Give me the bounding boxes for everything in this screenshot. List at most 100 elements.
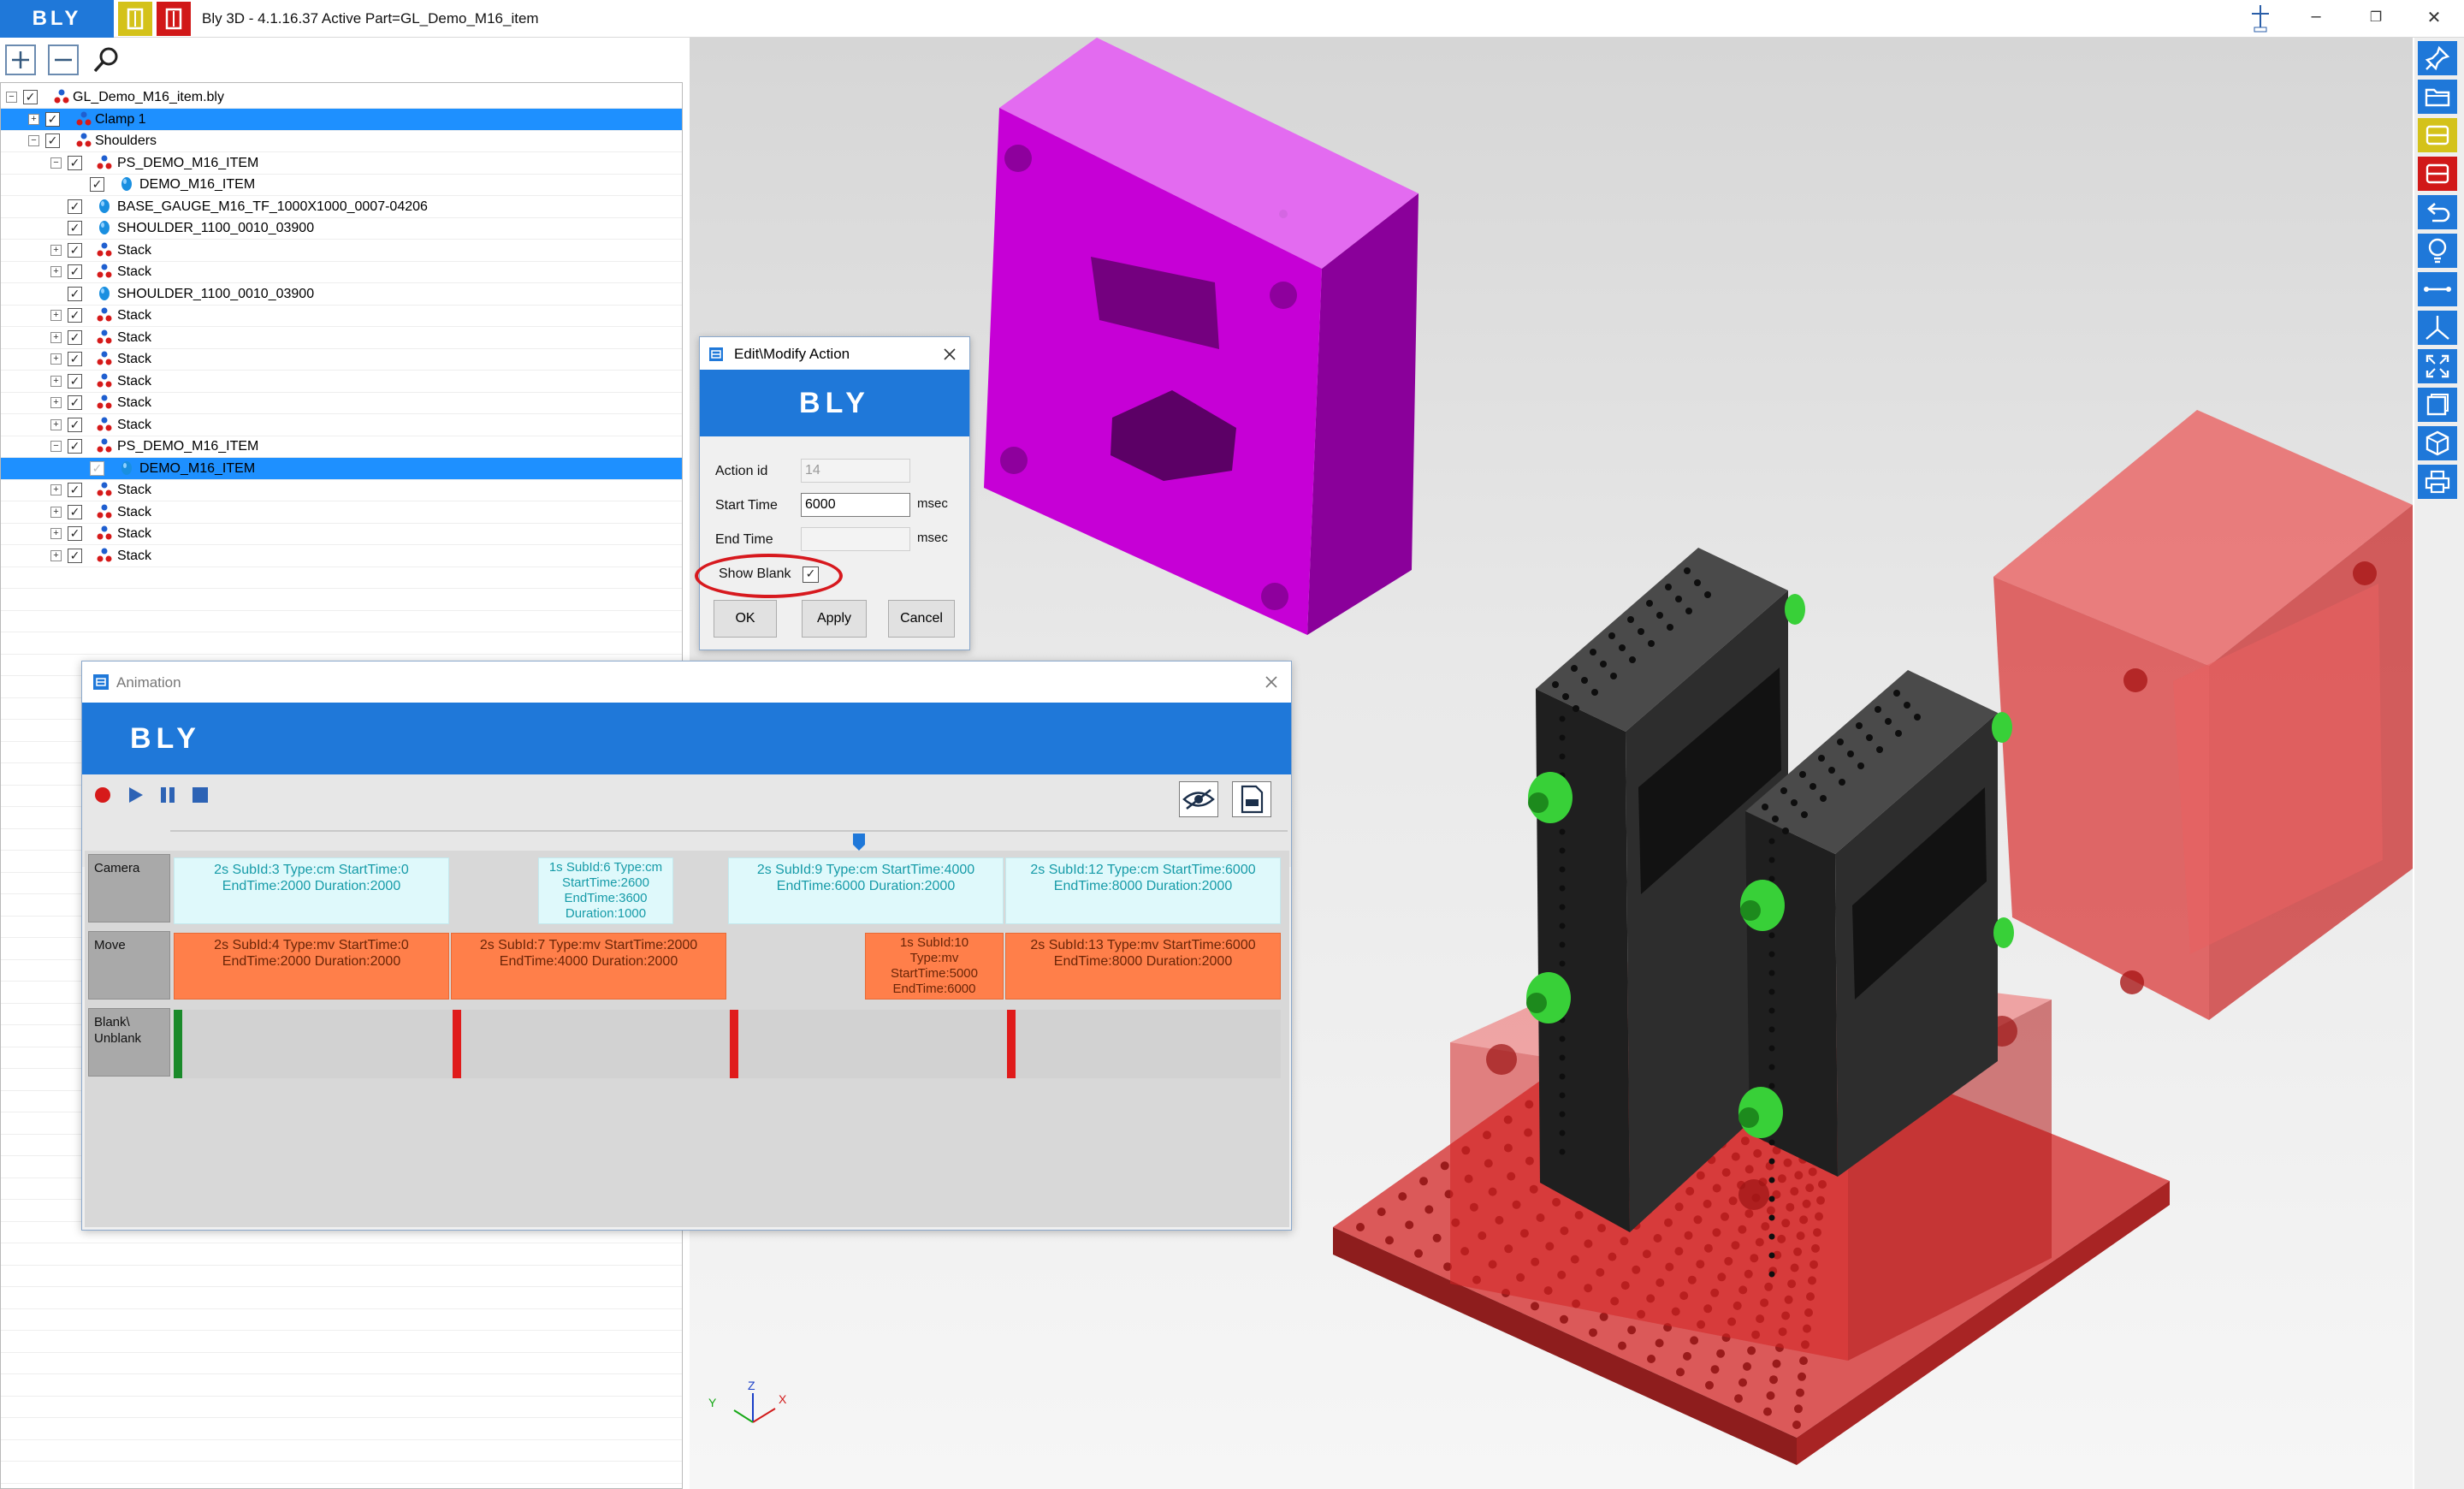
minimize-button[interactable]: – — [2303, 7, 2329, 27]
cube-view-button[interactable] — [2418, 426, 2457, 460]
expand-toggle[interactable]: + — [50, 418, 62, 430]
tree-row[interactable]: ✓ SHOULDER_1100_0010_03900 — [1, 283, 682, 305]
expand-toggle[interactable]: + — [50, 353, 62, 365]
animation-title-bar[interactable]: Animation — [82, 661, 1291, 703]
visibility-checkbox[interactable]: ✓ — [68, 264, 82, 279]
camera-action-block[interactable]: 2s SubId:3 Type:cm StartTime:0 EndTime:2… — [174, 857, 449, 924]
expand-toggle[interactable]: + — [50, 484, 62, 495]
visibility-checkbox[interactable]: ✓ — [90, 177, 104, 192]
visibility-checkbox[interactable]: ✓ — [68, 373, 82, 389]
yellow-mode-button[interactable] — [118, 2, 152, 36]
print-button[interactable] — [2418, 465, 2457, 499]
expand-toggle[interactable]: + — [50, 266, 62, 277]
app-logo[interactable]: BLY — [0, 0, 114, 38]
camera-action-block[interactable]: 1s SubId:6 Type:cm StartTime:2600 EndTim… — [538, 857, 673, 924]
expand-toggle[interactable]: + — [50, 549, 62, 561]
play-button[interactable] — [123, 783, 147, 807]
hide-blank-marker[interactable] — [730, 1010, 738, 1078]
move-action-block[interactable]: 2s SubId:4 Type:mv StartTime:0 EndTime:2… — [174, 933, 449, 1000]
tree-row[interactable]: + ✓ Stack — [1, 523, 682, 544]
tree-row[interactable]: + ✓ Stack — [1, 261, 682, 282]
visibility-checkbox[interactable]: ✓ — [68, 504, 82, 519]
tree-row[interactable]: − ✓ GL_Demo_M16_item.bly — [1, 86, 682, 108]
tree-row[interactable]: + ✓ Stack — [1, 327, 682, 348]
visibility-checkbox[interactable]: ✓ — [68, 439, 82, 454]
move-action-block[interactable]: 2s SubId:7 Type:mv StartTime:2000 EndTim… — [451, 933, 726, 1000]
expand-toggle[interactable]: + — [50, 375, 62, 387]
apply-button[interactable]: Apply — [802, 600, 867, 638]
undo-button[interactable] — [2418, 195, 2457, 229]
visibility-checkbox[interactable]: ✓ — [68, 329, 82, 345]
visibility-checkbox[interactable]: ✓ — [68, 417, 82, 432]
hide-blank-marker[interactable] — [1007, 1010, 1016, 1078]
tree-row[interactable]: − ✓ PS_DEMO_M16_ITEM — [1, 152, 682, 174]
tree-row[interactable]: + ✓ Stack — [1, 501, 682, 523]
visibility-checkbox[interactable]: ✓ — [68, 155, 82, 170]
visibility-checkbox[interactable]: ✓ — [68, 221, 82, 235]
expand-toggle[interactable]: + — [50, 506, 62, 518]
close-icon[interactable] — [1265, 675, 1278, 689]
visibility-checkbox[interactable]: ✓ — [68, 395, 82, 410]
light-button[interactable] — [2418, 234, 2457, 268]
tree-row[interactable]: + ✓ Stack — [1, 545, 682, 567]
move-action-block[interactable]: 2s SubId:13 Type:mv StartTime:6000 EndTi… — [1005, 933, 1281, 1000]
visibility-checkbox[interactable]: ✓ — [68, 199, 82, 214]
axis-button[interactable] — [2418, 311, 2457, 345]
close-icon[interactable] — [943, 347, 957, 361]
start-time-field[interactable]: 6000 — [801, 493, 910, 517]
visibility-checkbox[interactable]: ✓ — [68, 483, 82, 497]
visibility-checkbox[interactable]: ✓ — [68, 308, 82, 323]
tree-row[interactable]: + ✓ Stack — [1, 414, 682, 436]
yellow-part-button[interactable] — [2418, 118, 2457, 152]
pause-button[interactable] — [156, 783, 180, 807]
visibility-checkbox[interactable]: ✓ — [68, 352, 82, 366]
dialog-title-bar[interactable]: Edit\Modify Action — [700, 337, 969, 370]
tree-row[interactable]: − ✓ PS_DEMO_M16_ITEM — [1, 436, 682, 457]
visibility-checkbox[interactable]: ✓ — [68, 242, 82, 258]
camera-action-block[interactable]: 2s SubId:12 Type:cm StartTime:6000 EndTi… — [1005, 857, 1281, 924]
timeline-track[interactable] — [170, 830, 1288, 832]
tree-row[interactable]: ✓ DEMO_M16_ITEM — [1, 174, 682, 195]
visibility-checkbox[interactable]: ✓ — [45, 133, 60, 148]
tree-row[interactable]: ✓ BASE_GAUGE_M16_TF_1000X1000_0007-04206 — [1, 196, 682, 217]
cancel-button[interactable]: Cancel — [888, 600, 955, 638]
hide-blank-marker[interactable] — [453, 1010, 461, 1078]
hide-toggle-button[interactable] — [1179, 781, 1218, 817]
red-part-button[interactable] — [2418, 157, 2457, 191]
measure-button[interactable] — [2418, 272, 2457, 306]
tree-row[interactable]: + ✓ Stack — [1, 479, 682, 501]
tree-row[interactable]: + ✓ Stack — [1, 392, 682, 413]
collapse-toggle[interactable]: − — [50, 441, 62, 452]
collapse-toggle[interactable]: − — [28, 135, 39, 146]
expand-toggle[interactable]: + — [50, 310, 62, 321]
close-button[interactable]: ✕ — [2421, 7, 2447, 28]
tree-row[interactable]: + ✓ Stack — [1, 305, 682, 326]
visibility-checkbox[interactable]: ✓ — [45, 111, 60, 127]
visibility-checkbox[interactable]: ✓ — [68, 548, 82, 563]
end-time-field[interactable] — [801, 527, 910, 551]
expand-toggle[interactable]: + — [50, 528, 62, 539]
collapse-toggle[interactable]: − — [6, 92, 17, 103]
expand-toggle[interactable]: + — [50, 244, 62, 256]
ok-button[interactable]: OK — [714, 600, 777, 638]
visibility-checkbox[interactable]: ✓ — [68, 286, 82, 301]
visibility-checkbox[interactable]: ✓ — [68, 526, 82, 541]
tree-row[interactable]: + ✓ Stack — [1, 348, 682, 370]
record-button[interactable] — [91, 783, 115, 807]
fit-view-button[interactable] — [2418, 349, 2457, 383]
expand-all-button[interactable] — [5, 44, 36, 75]
camera-action-block[interactable]: 2s SubId:9 Type:cm StartTime:4000 EndTim… — [728, 857, 1004, 924]
export-avi-button[interactable] — [1232, 781, 1271, 817]
magenta-part[interactable] — [984, 38, 1419, 635]
dock-pin-icon[interactable] — [2250, 5, 2271, 33]
tree-row[interactable]: + ✓ Clamp 1 — [1, 108, 682, 130]
collapse-all-button[interactable] — [48, 44, 79, 75]
tree-row[interactable]: + ✓ Stack — [1, 371, 682, 392]
pin-button[interactable] — [2418, 41, 2457, 75]
timeline-slider-thumb[interactable] — [852, 833, 866, 851]
move-action-block[interactable]: 1s SubId:10 Type:mv StartTime:5000 EndTi… — [865, 933, 1004, 1000]
expand-toggle[interactable]: + — [50, 331, 62, 343]
expand-toggle[interactable]: + — [50, 397, 62, 408]
collapse-toggle[interactable]: − — [50, 157, 62, 169]
visibility-checkbox[interactable]: ✓ — [90, 460, 104, 476]
